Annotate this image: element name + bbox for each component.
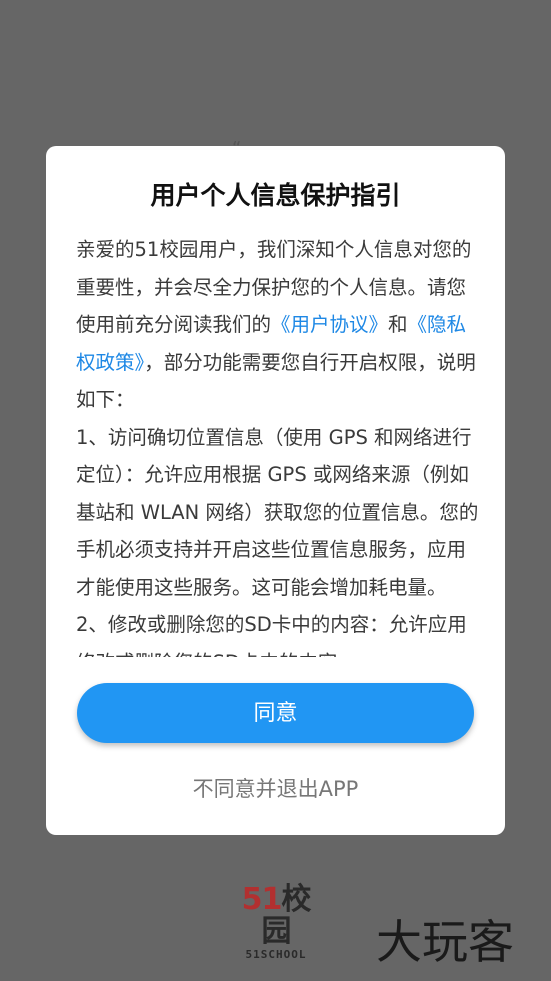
logo-main-text: 51校园 — [228, 884, 324, 948]
dialog-title: 用户个人信息保护指引 — [150, 181, 401, 210]
dialog-content[interactable]: 亲爱的51校园用户，我们深知个人信息对您的重要性，并会尽全力保护您的个人信息。请… — [76, 231, 482, 657]
and-text: 和 — [388, 313, 408, 336]
permission-item-sdcard: 2、修改或删除您的SD卡中的内容：允许应用修改或删除您的SD卡中的内容。 — [76, 613, 467, 657]
watermark-text: 大玩客 — [376, 915, 514, 969]
privacy-dialog: 用户个人信息保护指引 亲爱的51校园用户，我们深知个人信息对您的重要性，并会尽全… — [46, 146, 505, 835]
logo-number: 51 — [241, 882, 283, 917]
permission-item-location: 1、访问确切位置信息（使用 GPS 和网络进行定位）：允许应用根据 GPS 或网… — [76, 425, 479, 599]
logo-subtext: 51SCHOOL — [245, 948, 307, 961]
app-logo: 51校园 51SCHOOL — [228, 884, 324, 962]
disagree-exit-button[interactable]: 不同意并退出APP — [46, 773, 505, 803]
user-agreement-link[interactable]: 《用户协议》 — [271, 313, 388, 336]
intro-paragraph: 亲爱的51校园用户，我们深知个人信息对您的重要性，并会尽全力保护您的个人信息。请… — [76, 231, 482, 419]
agree-button[interactable]: 同意 — [77, 683, 474, 743]
